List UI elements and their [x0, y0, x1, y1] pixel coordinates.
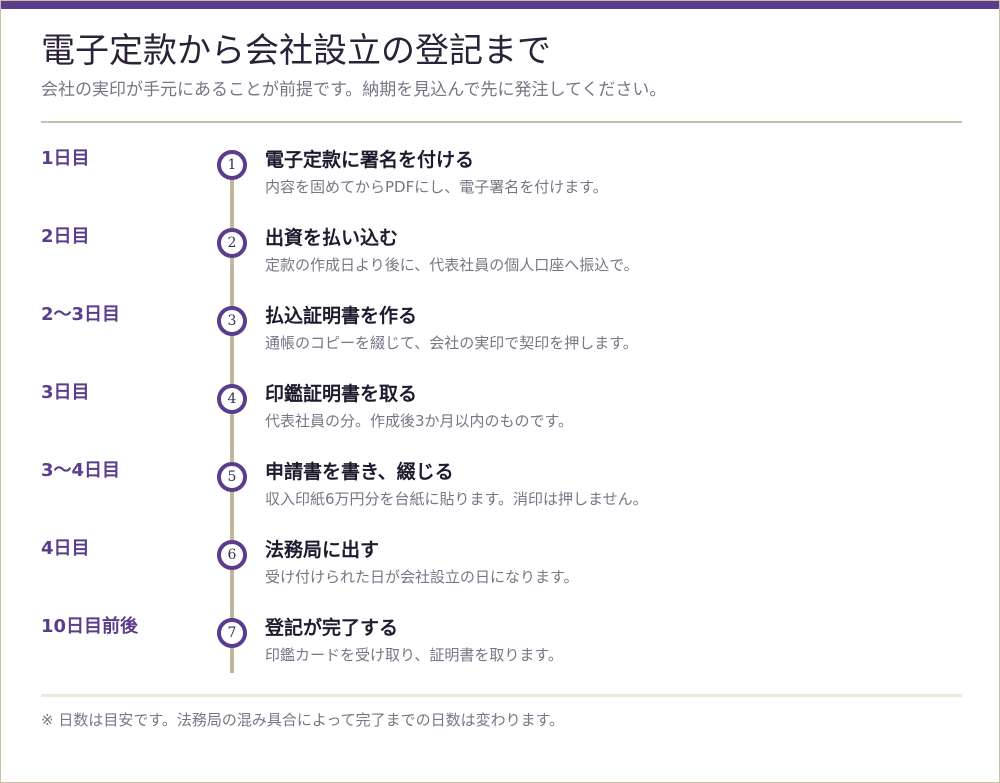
step-number-marker: 2 [217, 228, 247, 258]
step-day: 4日目 [41, 538, 90, 559]
step-number-marker: 4 [217, 384, 247, 414]
step-day: 3〜4日目 [41, 460, 121, 481]
header-divider [41, 121, 962, 123]
step-description: 通帳のコピーを綴じて、会社の実印で契印を押します。 [265, 334, 638, 352]
timeline-step-2: 2日目 2 出資を払い込む 定款の作成日より後に、代表社員の個人口座へ振込で。 [1, 225, 1000, 303]
step-title: 登記が完了する [265, 617, 399, 639]
timeline-step-6: 4日目 6 法務局に出す 受け付けられた日が会社設立の日になります。 [1, 537, 1000, 615]
step-title: 出資を払い込む [265, 227, 399, 249]
step-description: 代表社員の分。作成後3か月以内のものです。 [265, 412, 574, 430]
step-description: 内容を固めてからPDFにし、電子署名を付けます。 [265, 178, 608, 196]
step-title: 法務局に出す [265, 539, 380, 561]
step-description: 収入印紙6万円分を台紙に貼ります。消印は押しません。 [265, 490, 648, 508]
step-description: 定款の作成日より後に、代表社員の個人口座へ振込で。 [265, 256, 639, 274]
page-title: 電子定款から会社設立の登記まで [41, 31, 551, 71]
page-subtitle: 会社の実印が手元にあることが前提です。納期を見込んで先に発注してください。 [41, 80, 667, 100]
step-title: 電子定款に署名を付ける [265, 149, 475, 171]
step-day: 3日目 [41, 382, 90, 403]
step-title: 申請書を書き、綴じる [265, 461, 454, 483]
step-number-marker: 5 [217, 462, 247, 492]
step-number-marker: 1 [217, 150, 247, 180]
step-title: 印鑑証明書を取る [265, 383, 418, 405]
timeline-step-3: 2〜3日目 3 払込証明書を作る 通帳のコピーを綴じて、会社の実印で契印を押しま… [1, 303, 1000, 381]
step-number-marker: 6 [217, 540, 247, 570]
step-day: 10日目前後 [41, 616, 139, 637]
page-frame: 電子定款から会社設立の登記まで 会社の実印が手元にあることが前提です。納期を見込… [0, 0, 1000, 783]
step-number-marker: 7 [217, 618, 247, 648]
top-accent-bar [1, 1, 999, 9]
footnote: ※ 日数は目安です。法務局の混み具合によって完了までの日数は変わります。 [41, 711, 565, 729]
footer-divider [41, 694, 962, 697]
timeline-step-7: 10日目前後 7 登記が完了する 印鑑カードを受け取り、証明書を取ります。 [1, 615, 1000, 693]
step-day: 1日目 [41, 148, 90, 169]
step-description: 印鑑カードを受け取り、証明書を取ります。 [265, 646, 563, 664]
step-title: 払込証明書を作る [265, 305, 418, 327]
timeline-step-1: 1日目 1 電子定款に署名を付ける 内容を固めてからPDFにし、電子署名を付けま… [1, 147, 1000, 225]
step-description: 受け付けられた日が会社設立の日になります。 [265, 568, 579, 586]
timeline-step-5: 3〜4日目 5 申請書を書き、綴じる 収入印紙6万円分を台紙に貼ります。消印は押… [1, 459, 1000, 537]
timeline-step-4: 3日目 4 印鑑証明書を取る 代表社員の分。作成後3か月以内のものです。 [1, 381, 1000, 459]
step-day: 2〜3日目 [41, 304, 121, 325]
step-number-marker: 3 [217, 306, 247, 336]
step-day: 2日目 [41, 226, 90, 247]
